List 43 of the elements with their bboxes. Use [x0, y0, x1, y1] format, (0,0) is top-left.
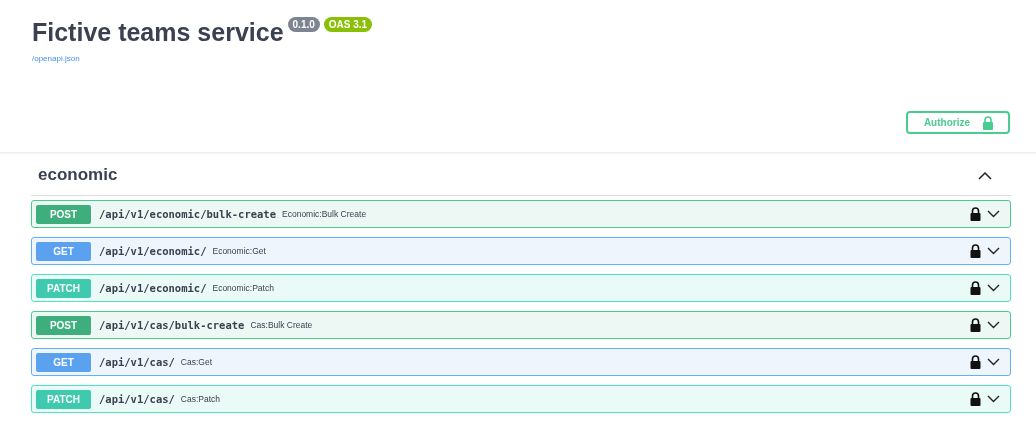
endpoint-path: /api/v1/cas/bulk-create	[99, 319, 245, 331]
endpoint-path: /api/v1/cas/	[99, 393, 175, 405]
lock-icon[interactable]	[970, 355, 981, 369]
method-badge: POST	[36, 315, 91, 335]
lock-icon[interactable]	[970, 244, 981, 258]
endpoint-summary: Economic:Get	[212, 246, 266, 256]
version-badge: 0.1.0	[287, 17, 320, 32]
lock-icon[interactable]	[970, 392, 981, 406]
operation-row[interactable]: GET /api/v1/cas/ Cas:Get	[31, 348, 1011, 376]
section-heading[interactable]: economic	[38, 165, 118, 185]
method-badge: GET	[36, 241, 91, 261]
caret-down-icon[interactable]	[987, 395, 1000, 403]
lock-icon[interactable]	[970, 318, 981, 332]
caret-down-icon[interactable]	[987, 284, 1000, 292]
lock-icon[interactable]	[970, 207, 981, 221]
method-badge: POST	[36, 204, 91, 224]
operation-row[interactable]: GET /api/v1/economic/ Economic:Get	[31, 237, 1011, 265]
endpoint-path: /api/v1/economic/	[99, 282, 207, 294]
operation-row[interactable]: PATCH /api/v1/cas/ Cas:Patch	[31, 385, 1011, 413]
endpoint-path: /api/v1/economic/	[99, 245, 207, 257]
caret-down-icon[interactable]	[987, 321, 1000, 329]
lock-icon	[982, 115, 994, 130]
lock-icon[interactable]	[970, 281, 981, 295]
endpoint-summary: Economic:Patch	[212, 283, 274, 293]
endpoint-summary: Cas:Bulk Create	[250, 320, 313, 330]
method-badge: PATCH	[36, 278, 91, 298]
operation-row[interactable]: POST /api/v1/cas/bulk-create Cas:Bulk Create	[31, 311, 1011, 339]
endpoint-summary: Cas:Get	[180, 357, 213, 367]
operation-row[interactable]: PATCH /api/v1/economic/ Economic:Patch	[31, 274, 1011, 302]
caret-down-icon[interactable]	[987, 210, 1000, 218]
spec-link[interactable]: /openapi.json	[32, 54, 80, 63]
caret-down-icon[interactable]	[987, 358, 1000, 366]
endpoint-summary: Cas:Patch	[180, 394, 221, 404]
endpoint-path: /api/v1/cas/	[99, 356, 175, 368]
api-title: Fictive teams service	[32, 18, 284, 47]
operation-row[interactable]: POST /api/v1/economic/bulk-create Economic:Bulk Create	[31, 200, 1011, 228]
method-badge: PATCH	[36, 389, 91, 409]
caret-down-icon[interactable]	[987, 247, 1000, 255]
oas-badge: OAS 3.1	[323, 17, 373, 32]
caret-up-icon[interactable]	[978, 170, 992, 180]
endpoint-summary: Economic:Bulk Create	[282, 209, 367, 219]
endpoint-path: /api/v1/economic/bulk-create	[99, 208, 276, 220]
method-badge: GET	[36, 352, 91, 372]
